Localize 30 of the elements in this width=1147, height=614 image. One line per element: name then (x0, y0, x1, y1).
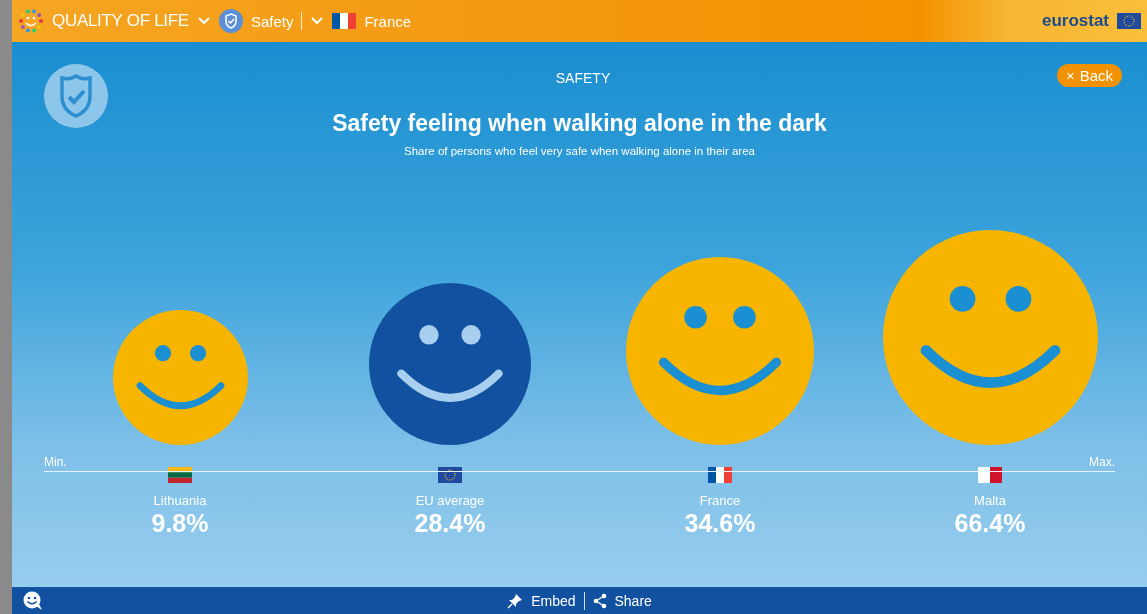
chart-title: Safety feeling when walking alone in the dark (331, 110, 828, 137)
chevron-down-icon[interactable] (310, 16, 325, 26)
percentage-value: 66.4% (954, 509, 1026, 538)
country-name: France (699, 493, 741, 508)
app-title: QUALITY OF LIFE (52, 11, 189, 31)
brand-logo[interactable]: eurostat (1041, 11, 1109, 31)
flag-icon (1117, 13, 1141, 29)
percentage-value: 28.4% (414, 509, 486, 538)
country-name: Malta (974, 493, 1006, 508)
country-name: Lithuania (153, 493, 207, 508)
shield-check-icon (218, 9, 243, 33)
pin-icon (507, 592, 524, 609)
max-label: Max. (1089, 455, 1115, 469)
flag-icon (332, 13, 357, 29)
embed-link[interactable]: Embed (531, 592, 576, 609)
flag-icon (708, 467, 732, 483)
shield-check-icon (44, 64, 108, 128)
chart-subtitle: Share of persons who feel very safe when walking alone in their area (403, 145, 756, 157)
section-title: SAFETY (555, 69, 611, 86)
chevron-down-icon[interactable] (196, 16, 211, 26)
percentage-value: 9.8% (151, 509, 209, 538)
percentage-value: 34.6% (684, 509, 756, 538)
flag-icon (978, 467, 1002, 483)
min-label: Min. (44, 455, 67, 469)
country-name: EU average (415, 493, 485, 508)
smiley-chat-icon[interactable] (22, 591, 44, 611)
smiley-logo-icon (18, 8, 44, 34)
share-icon (592, 592, 607, 609)
share-link[interactable]: Share (614, 592, 652, 609)
flag-icon (168, 467, 192, 483)
